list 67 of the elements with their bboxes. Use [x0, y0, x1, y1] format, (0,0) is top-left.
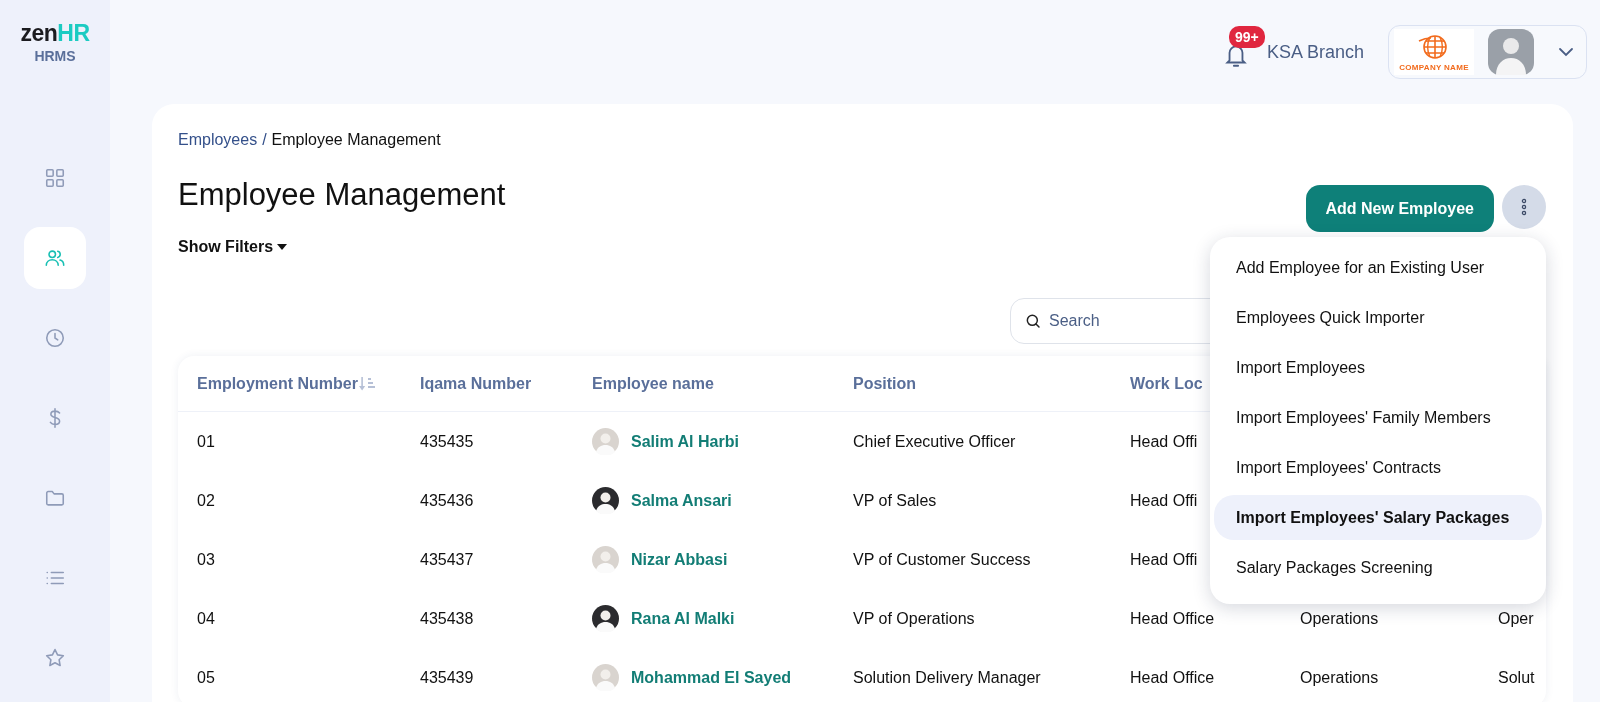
menu-item[interactable]: Salary Packages Screening: [1214, 545, 1542, 590]
table-cell: Operations: [1300, 668, 1379, 686]
profile-menu[interactable]: COMPANY NAME: [1388, 25, 1587, 79]
menu-item[interactable]: Add Employee for an Existing User: [1214, 245, 1542, 290]
employee-name-link[interactable]: Salim Al Harbi: [631, 432, 739, 451]
avatar: [592, 546, 619, 573]
kebab-icon: [1521, 198, 1527, 216]
table-cell: Head Offi: [1130, 432, 1198, 450]
sortable-column-header[interactable]: Employment Number: [197, 374, 420, 393]
table-cell: VP of Operations: [853, 609, 975, 627]
employee-name-link[interactable]: Salma Ansari: [631, 491, 732, 510]
people-icon: [44, 247, 66, 269]
avatar: [592, 605, 619, 632]
table-cell: Head Offi: [1130, 491, 1198, 509]
more-options-button[interactable]: [1502, 185, 1546, 229]
table-cell: 435439: [420, 668, 474, 686]
breadcrumb-link[interactable]: Employees: [178, 130, 258, 150]
table-cell: VP of Sales: [853, 491, 937, 509]
page-title: Employee Management: [178, 176, 506, 214]
table-cell: 435438: [420, 609, 474, 627]
table-cell: Head Office: [1130, 668, 1215, 686]
column-header[interactable]: Position: [853, 374, 1130, 393]
table-cell: 435437: [420, 550, 474, 568]
add-employee-button[interactable]: Add New Employee: [1305, 185, 1494, 232]
column-header[interactable]: Iqama Number: [420, 374, 592, 393]
notification-badge: 99+: [1228, 26, 1265, 48]
table-cell: 01: [197, 432, 215, 450]
avatar: [592, 664, 619, 691]
table-cell: 435436: [420, 491, 474, 509]
avatar: [592, 487, 619, 514]
table-cell: Head Offi: [1130, 550, 1198, 568]
company-logo: COMPANY NAME: [1394, 29, 1474, 75]
menu-item[interactable]: Import Employees: [1214, 345, 1542, 390]
table-cell: Solution Delivery Manager: [853, 668, 1041, 686]
show-filters-toggle[interactable]: Show Filters: [178, 237, 288, 257]
table-cell: 435435: [420, 432, 474, 450]
nav-people-button[interactable]: [24, 227, 86, 289]
table-cell: VP of Customer Success: [853, 550, 1031, 568]
table-cell: Chief Executive Officer: [853, 432, 1016, 450]
employee-name-link[interactable]: Mohammad El Sayed: [631, 668, 792, 687]
table-cell: Oper: [1498, 609, 1534, 627]
table-cell: Operations: [1300, 609, 1379, 627]
breadcrumb-current: Employee Management: [271, 130, 441, 150]
product-name: HRMS: [34, 48, 76, 64]
chevron-down-icon: [1558, 47, 1574, 57]
menu-item[interactable]: Import Employees' Salary Packages: [1214, 495, 1542, 540]
table-cell: Solut: [1498, 668, 1535, 686]
table-cell: 03: [197, 550, 215, 568]
branch-name[interactable]: KSA Branch: [1266, 41, 1364, 63]
avatar: [592, 428, 619, 455]
caret-icon: [277, 244, 288, 250]
employee-name-link[interactable]: Nizar Abbasi: [631, 550, 728, 569]
employee-name-link[interactable]: Rana Al Malki: [631, 609, 735, 628]
table-cell: 04: [197, 609, 215, 627]
logo: zenHR: [20, 20, 90, 46]
table-cell: 02: [197, 491, 215, 509]
menu-item[interactable]: Import Employees' Contracts: [1214, 445, 1542, 490]
menu-item[interactable]: Import Employees' Family Members: [1214, 395, 1542, 440]
table-cell: Head Office: [1130, 609, 1215, 627]
breadcrumb-separator: /: [262, 130, 267, 150]
table-cell: 05: [197, 668, 215, 686]
clock-icon: [44, 327, 66, 349]
column-header[interactable]: Employee name: [592, 374, 853, 393]
avatar: [1488, 29, 1534, 75]
star-icon: [44, 647, 66, 669]
grid-icon: [44, 167, 66, 189]
sort-icon: [358, 375, 375, 392]
